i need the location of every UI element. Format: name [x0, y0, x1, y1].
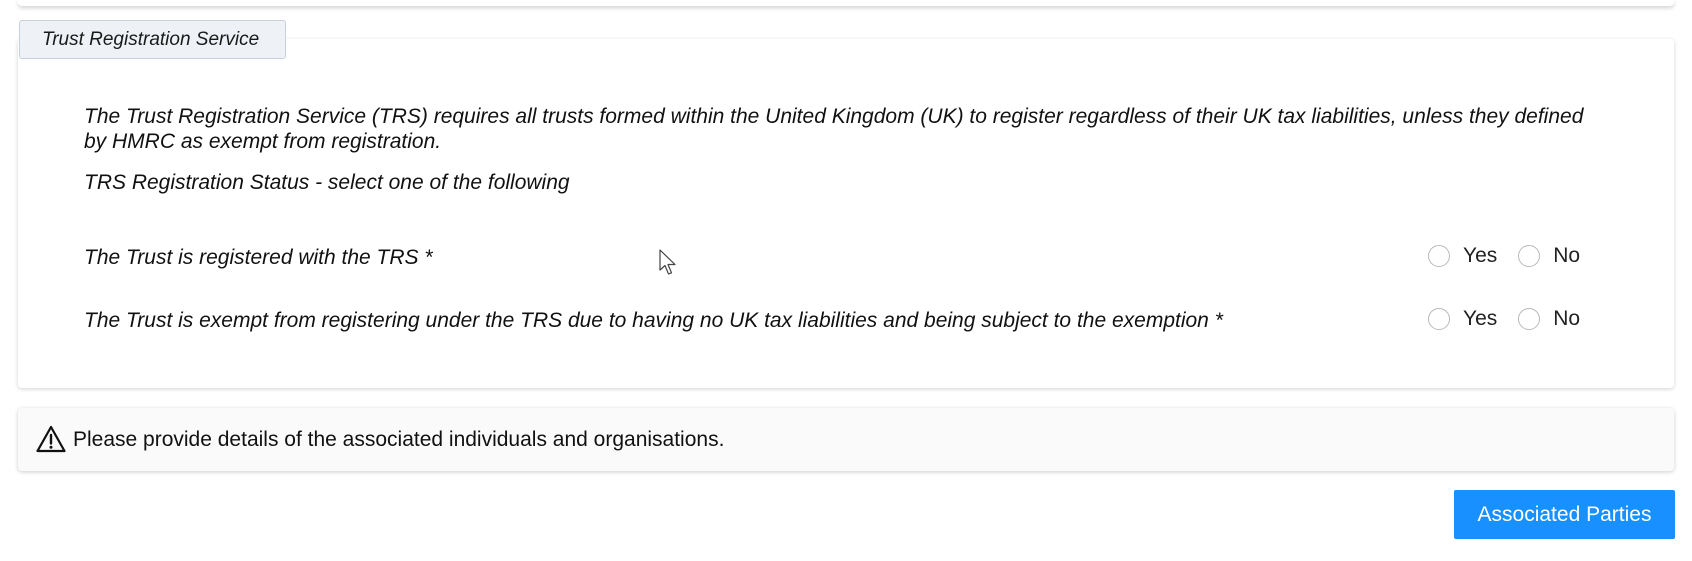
registered-yes-option[interactable]: Yes: [1428, 244, 1497, 268]
registered-yes-radio[interactable]: [1428, 245, 1450, 267]
exempt-no-option[interactable]: No: [1518, 307, 1580, 331]
exempt-yes-radio[interactable]: [1428, 308, 1450, 330]
question-registered-label: The Trust is registered with the TRS *: [84, 246, 433, 269]
exempt-no-label[interactable]: No: [1553, 307, 1580, 331]
trs-section-card: [18, 39, 1674, 388]
mouse-pointer-icon: [659, 249, 676, 275]
registered-no-radio[interactable]: [1518, 245, 1541, 267]
question-registered-radio-group: Yes No: [1428, 244, 1580, 268]
previous-section-card: [18, 0, 1674, 6]
trs-intro-text: The Trust Registration Service (TRS) req…: [84, 105, 1584, 153]
exempt-no-radio[interactable]: [1518, 308, 1541, 330]
registered-no-label[interactable]: No: [1553, 244, 1580, 268]
section-tab-trust-registration-service: Trust Registration Service: [19, 20, 286, 59]
question-exempt-radio-group: Yes No: [1428, 307, 1580, 331]
notice-banner: Please provide details of the associated…: [18, 408, 1674, 471]
trs-status-heading: TRS Registration Status - select one of …: [84, 171, 570, 194]
question-exempt-label: The Trust is exempt from registering und…: [84, 309, 1223, 332]
warning-icon: [36, 425, 66, 453]
registered-no-option[interactable]: No: [1518, 244, 1580, 268]
associated-parties-button[interactable]: Associated Parties: [1454, 490, 1675, 539]
exempt-yes-option[interactable]: Yes: [1428, 307, 1497, 331]
exempt-yes-label[interactable]: Yes: [1463, 307, 1497, 331]
notice-text: Please provide details of the associated…: [73, 428, 725, 451]
registered-yes-label[interactable]: Yes: [1463, 244, 1497, 268]
